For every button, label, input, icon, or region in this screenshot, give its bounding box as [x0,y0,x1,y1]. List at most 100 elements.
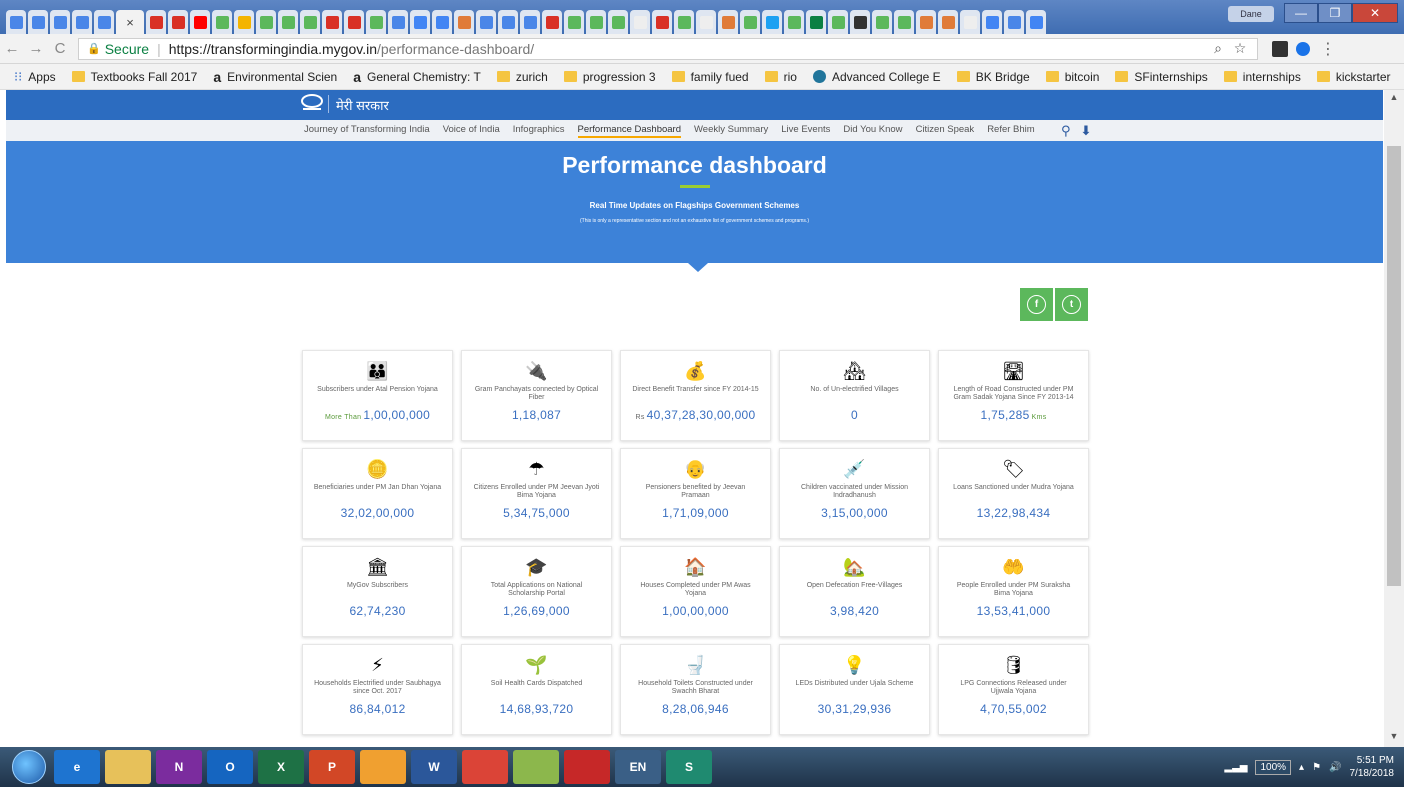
stat-card[interactable]: ☂ Citizens Enrolled under PM Jeevan Jyoti… [461,448,612,539]
browser-tab[interactable] [72,10,92,34]
nav-link[interactable]: Did You Know [843,124,902,138]
stat-card[interactable]: 🪙 Beneficiaries under PM Jan Dhan Yojana 3… [302,448,453,539]
stat-card[interactable]: 🌱 Soil Health Cards Dispatched 14,68,93,72… [461,644,612,735]
browser-tab[interactable] [652,10,672,34]
browser-tab[interactable] [454,10,474,34]
mygov-emblem-icon[interactable] [299,92,325,114]
search-icon[interactable]: ⚲ [1061,123,1071,139]
browser-tab[interactable] [564,10,584,34]
reload-button[interactable]: C [48,40,72,57]
extension-icon[interactable] [1272,40,1288,57]
stat-card[interactable]: 🛢 LPG Connections Released under Ujjwala … [938,644,1089,735]
browser-tab[interactable] [476,10,496,34]
nav-link[interactable]: Infographics [513,124,565,138]
nav-link[interactable]: Live Events [781,124,830,138]
sway-icon[interactable]: S [666,750,712,784]
stat-card[interactable]: 🚽 Household Toilets Constructed under Swa… [620,644,771,735]
word-icon[interactable]: W [411,750,457,784]
chrome-icon[interactable] [462,750,508,784]
bookmark-item[interactable]: kickstarter [1316,70,1391,84]
browser-tab[interactable] [696,10,716,34]
logo-text[interactable]: मेरी सरकार [336,96,389,114]
stat-card[interactable]: 👴 Pensioners benefited by Jeevan Pramaan 1… [620,448,771,539]
browser-tab[interactable] [50,10,70,34]
clock[interactable]: 5:51 PM 7/18/2018 [1350,754,1395,780]
explorer-icon[interactable] [105,750,151,784]
browser-tab[interactable] [1026,10,1046,34]
bookmark-item[interactable]: SFinternships [1115,70,1208,84]
stat-card[interactable]: 🏡 Open Defecation Free-Villages 3,98,420 [779,546,930,637]
browser-tab[interactable] [366,10,386,34]
bookmark-item[interactable]: progression 3 [563,70,656,84]
outlook-icon[interactable]: O [207,750,253,784]
browser-tab[interactable] [344,10,364,34]
minimize-button[interactable]: — [1284,3,1318,23]
omnibox[interactable]: 🔒 Secure | https://transformingindia.myg… [78,37,1258,60]
browser-tab[interactable] [410,10,430,34]
bookmark-item[interactable]: family fued [671,70,749,84]
bookmark-item[interactable]: a Environmental Scien [213,69,337,85]
twitter-share-button[interactable]: t [1055,288,1088,321]
browser-tab[interactable] [850,10,870,34]
stat-card[interactable]: 🛣 Length of Road Constructed under PM Gra… [938,350,1089,441]
excel-icon[interactable]: X [258,750,304,784]
browser-tab[interactable] [806,10,826,34]
browser-tab[interactable] [960,10,980,34]
browser-tab[interactable] [256,10,276,34]
stat-card[interactable]: 💡 LEDs Distributed under Ujala Scheme 30,3… [779,644,930,735]
scroll-up-arrow[interactable]: ▲ [1384,92,1404,108]
browser-tab[interactable] [828,10,848,34]
browser-tab[interactable] [1004,10,1024,34]
language-icon[interactable]: EN [615,750,661,784]
browser-tab[interactable] [28,10,48,34]
back-button[interactable]: ← [0,40,24,57]
scroll-thumb[interactable] [1387,146,1401,586]
active-tab[interactable]: × [116,10,144,34]
nav-link[interactable]: Voice of India [443,124,500,138]
browser-tab[interactable] [212,10,232,34]
stat-card[interactable]: 🏷 Loans Sanctioned under Mudra Yojana 13,2… [938,448,1089,539]
browser-tab[interactable] [300,10,320,34]
browser-tab[interactable] [520,10,540,34]
profile-button[interactable]: Dane [1228,6,1274,22]
stat-card[interactable]: ⚡ Households Electrified under Saubhagya … [302,644,453,735]
red-app-icon[interactable] [564,750,610,784]
browser-tab[interactable] [740,10,760,34]
bookmark-item[interactable]: a General Chemistry: T [353,69,481,85]
bookmark-item[interactable]: Textbooks Fall 2017 [71,70,197,84]
browser-tab[interactable] [278,10,298,34]
browser-tab[interactable] [94,10,114,34]
bookmark-item[interactable]: BK Bridge [956,70,1030,84]
browser-tab[interactable] [322,10,342,34]
zoom-icon[interactable]: ⌕ [1207,40,1229,57]
browser-tab[interactable] [6,10,26,34]
browser-tab[interactable] [608,10,628,34]
bookmark-item[interactable]: Advanced College E [812,70,941,84]
nav-link[interactable]: Journey of Transforming India [304,124,430,138]
onenote-icon[interactable]: N [156,750,202,784]
browser-tab[interactable] [190,10,210,34]
browser-tab[interactable] [630,10,650,34]
browser-tab[interactable] [674,10,694,34]
stat-card[interactable]: 🤲 People Enrolled under PM Suraksha Bima … [938,546,1089,637]
stat-card[interactable]: 🎓 Total Applications on National Scholars… [461,546,612,637]
stat-card[interactable]: 💉 Children vaccinated under Mission Indra… [779,448,930,539]
stat-card[interactable]: 👪 Subscribers under Atal Pension Yojana Mo… [302,350,453,441]
close-tab-icon[interactable]: × [126,15,134,30]
facebook-share-button[interactable]: f [1020,288,1053,321]
browser-tab[interactable] [938,10,958,34]
bookmark-item[interactable]: zurich [496,70,548,84]
tray-arrow-icon[interactable]: ▴ [1299,762,1304,773]
media-icon[interactable] [360,750,406,784]
browser-tab[interactable] [762,10,782,34]
stat-card[interactable]: 🏘 No. of Un-electrified Villages 0 [779,350,930,441]
browser-tab[interactable] [586,10,606,34]
browser-tab[interactable] [916,10,936,34]
maximize-button[interactable]: ❐ [1318,3,1352,23]
browser-tab[interactable] [146,10,166,34]
browser-tab[interactable] [168,10,188,34]
zoom-indicator[interactable]: 100% [1255,759,1292,775]
volume-icon[interactable]: 🔊 [1329,762,1341,773]
browser-tab[interactable] [982,10,1002,34]
browser-tab[interactable] [388,10,408,34]
